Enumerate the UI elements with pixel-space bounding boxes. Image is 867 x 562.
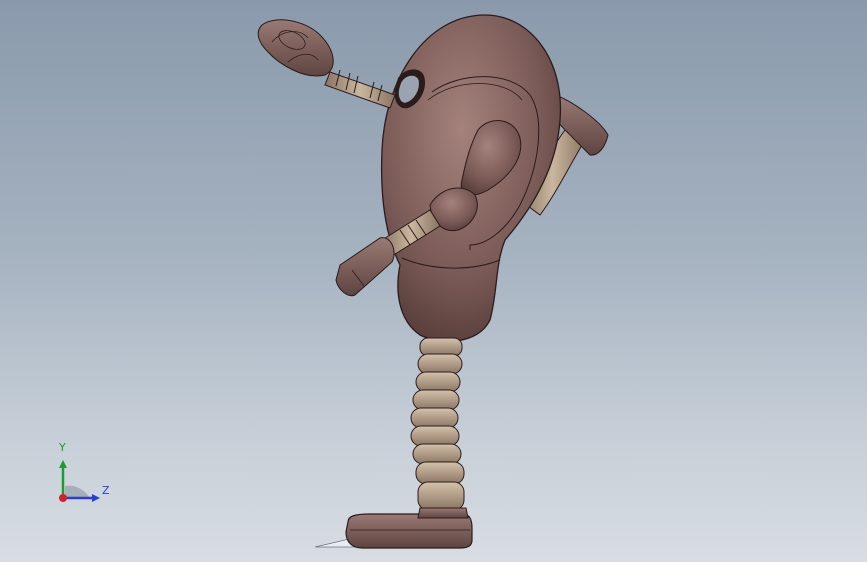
z-axis-label: Z	[102, 484, 110, 497]
raised-hand	[257, 19, 334, 77]
x-axis-dot	[59, 494, 67, 502]
triad-axes	[59, 460, 100, 502]
standing-foot	[345, 507, 473, 549]
y-axis-arrow	[59, 460, 67, 468]
orientation-triad: Y Z	[40, 440, 120, 510]
standing-leg	[410, 337, 465, 511]
graphics-viewport[interactable]: Y Z	[0, 0, 867, 562]
robot-model[interactable]	[0, 0, 867, 562]
front-hand	[335, 237, 395, 297]
z-axis-arrow	[92, 494, 100, 502]
raised-arm	[257, 19, 396, 109]
y-axis-label: Y	[59, 441, 66, 454]
